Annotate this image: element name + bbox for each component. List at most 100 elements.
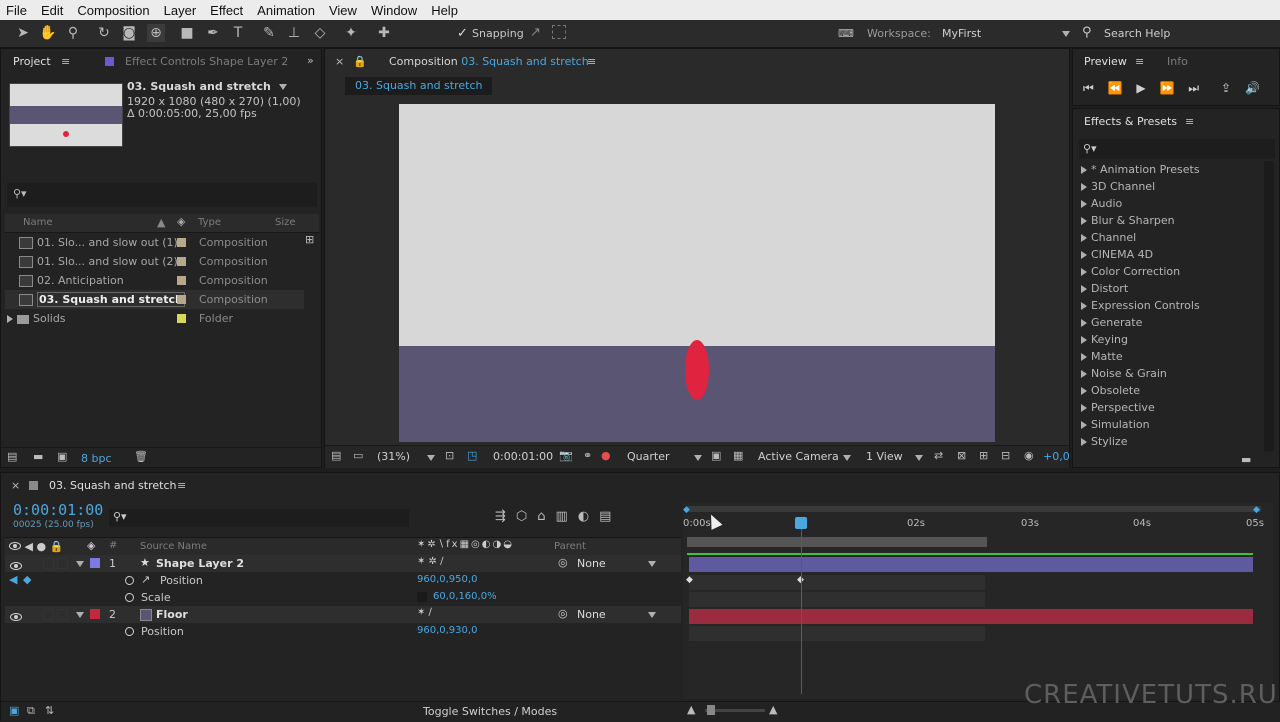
effects-scrollbar[interactable] [1264,161,1274,451]
graph-icon[interactable]: ↗ [141,573,150,586]
layer-name[interactable]: Shape Layer 2 [156,557,244,570]
property-row[interactable]: ◀ ◆ ↗ Position 960,0,950,0 [5,572,681,589]
keyframe-nav-prev-icon[interactable]: ◀ [9,573,17,586]
zoom-slider-handle[interactable] [707,705,715,715]
effect-category[interactable]: Obsolete [1081,382,1140,399]
expand-triangle-icon[interactable] [1081,387,1087,395]
menu-layer[interactable]: Layer [158,3,205,18]
project-search-input[interactable]: ⚲▾ [7,183,317,207]
frame-blending-icon[interactable]: ▥ [556,509,578,524]
transfer-controls-pane-icon[interactable]: ⧉ [27,704,35,718]
reset-exposure-icon[interactable]: ◉ [1024,449,1034,462]
layer-switches[interactable]: ✶ ✲ ∕ [417,556,443,567]
expand-triangle-icon[interactable] [1081,404,1087,412]
solo-toggle[interactable] [43,609,54,620]
layer-bar[interactable] [689,609,1253,624]
mask-visibility-icon[interactable]: ◳ [467,449,477,462]
stopwatch-icon[interactable] [125,627,134,636]
effect-category[interactable]: * Animation Presets [1081,161,1200,178]
loop-icon[interactable]: ⇪ [1221,81,1231,95]
timeline-icon[interactable]: ⊞ [979,449,988,462]
snap-edges-icon[interactable]: ↗ [530,25,541,40]
effect-category[interactable]: Noise & Grain [1081,365,1167,382]
flowchart-icon[interactable]: ⊞ [305,233,314,246]
zoom-out-icon[interactable]: ▲ [687,703,695,716]
effect-category[interactable]: Perspective [1081,399,1155,416]
chevron-down-icon[interactable] [427,455,435,461]
property-value[interactable]: 960,0,950,0 [417,574,477,585]
expand-triangle-icon[interactable] [1081,200,1087,208]
effect-category[interactable]: Keying [1081,331,1128,348]
region-of-interest-icon[interactable]: ▣ [711,449,721,462]
expand-triangle-icon[interactable] [1081,353,1087,361]
menu-composition[interactable]: Composition [71,3,157,18]
lock-toggle[interactable] [57,609,68,620]
tab-info[interactable]: Info [1167,49,1188,75]
graph-editor-icon[interactable]: ▤ [599,509,621,524]
last-frame-icon[interactable]: ⏭ [1188,81,1200,95]
column-type[interactable]: Type [198,217,221,228]
effect-category[interactable]: Generate [1081,314,1142,331]
effect-category[interactable]: 3D Channel [1081,178,1155,195]
effect-category[interactable]: Audio [1081,195,1122,212]
column-parent[interactable]: Parent [554,541,586,552]
timeline-current-time[interactable]: 0:00:01:00 [13,501,103,519]
effects-search-input[interactable]: ⚲▾ [1079,139,1275,159]
column-source-name[interactable]: Source Name [140,541,207,552]
navigator-start-handle[interactable]: ◆ [683,505,690,515]
add-keyframe-icon[interactable]: ◆ [23,573,31,586]
new-composition-icon[interactable]: ▣ [57,450,67,463]
draft-3d-icon[interactable]: ⬡ [516,509,537,524]
keyframe-icon[interactable]: ◆ [686,575,693,585]
layer-name[interactable]: Floor [156,608,188,621]
property-value[interactable]: 960,0,930,0 [417,625,477,636]
menu-effect[interactable]: Effect [204,3,251,18]
selection-tool-icon[interactable]: ➤ [14,24,32,42]
comp-viewer[interactable] [399,104,995,442]
eye-icon[interactable] [10,562,22,570]
parent-select[interactable]: None [577,557,606,570]
chevron-down-icon[interactable] [843,455,851,461]
comp-timecode[interactable]: 0:00:01:00 [493,450,553,463]
snapping-checkbox-icon[interactable]: ✓ [457,26,468,41]
tab-project[interactable]: Project [13,49,51,75]
tab-effects-presets[interactable]: Effects & Presets [1084,109,1177,135]
pan-behind-tool-icon[interactable]: ⊕ [147,24,165,42]
playhead-handle[interactable] [795,517,807,529]
time-ruler[interactable]: 0:00s 02s 03s 04s 05s [683,517,1273,535]
zoom-select[interactable]: (31%) [377,450,410,463]
motion-blur-icon[interactable]: ◐ [578,509,599,524]
effect-category[interactable]: CINEMA 4D [1081,246,1153,263]
flowchart-icon[interactable]: ⊟ [1001,449,1010,462]
exposure-value[interactable]: +0,0 [1043,450,1070,463]
effect-category[interactable]: Matte [1081,348,1123,365]
collapse-triangle-icon[interactable] [76,561,84,567]
time-navigator[interactable] [687,506,1261,512]
trash-icon[interactable]: 🗑 [134,450,148,463]
safe-zones-icon[interactable]: ⊡ [445,449,454,462]
label-tag-icon[interactable]: ◈ [87,539,95,552]
fast-previews-icon[interactable]: ⊠ [957,449,966,462]
expand-triangle-icon[interactable] [1081,217,1087,225]
navigator-end-handle[interactable]: ◆ [1253,505,1260,515]
monitor-icon[interactable]: ▭ [353,449,363,462]
zoom-tool-icon[interactable]: ⚲ [64,24,82,42]
timeline-search-input[interactable]: ⚲▾ [109,509,409,527]
collapse-triangle-icon[interactable] [76,612,84,618]
project-item[interactable]: 01. Slo... and slow out (1) Composition [19,233,304,252]
property-row[interactable]: Position 960,0,930,0 [5,623,681,640]
bit-depth-button[interactable]: 8 bpc [81,452,112,465]
camera-tool-icon[interactable]: ◙ [120,24,138,42]
effect-category[interactable]: Distort [1081,280,1128,297]
tab-preview[interactable]: Preview [1084,49,1127,75]
effect-category[interactable]: Color Correction [1081,263,1180,280]
expand-triangle-icon[interactable] [1081,183,1087,191]
layer-label-color[interactable] [90,609,100,619]
effect-category[interactable]: Simulation [1081,416,1150,433]
panel-menu-icon[interactable]: ≡ [177,479,186,492]
snapshot-icon[interactable]: 📷 [559,449,573,462]
first-frame-icon[interactable]: ⏮ [1083,81,1095,95]
chevron-down-icon[interactable] [278,84,287,90]
views-select[interactable]: 1 View [866,450,903,463]
effect-category[interactable]: Stylize [1081,433,1127,450]
